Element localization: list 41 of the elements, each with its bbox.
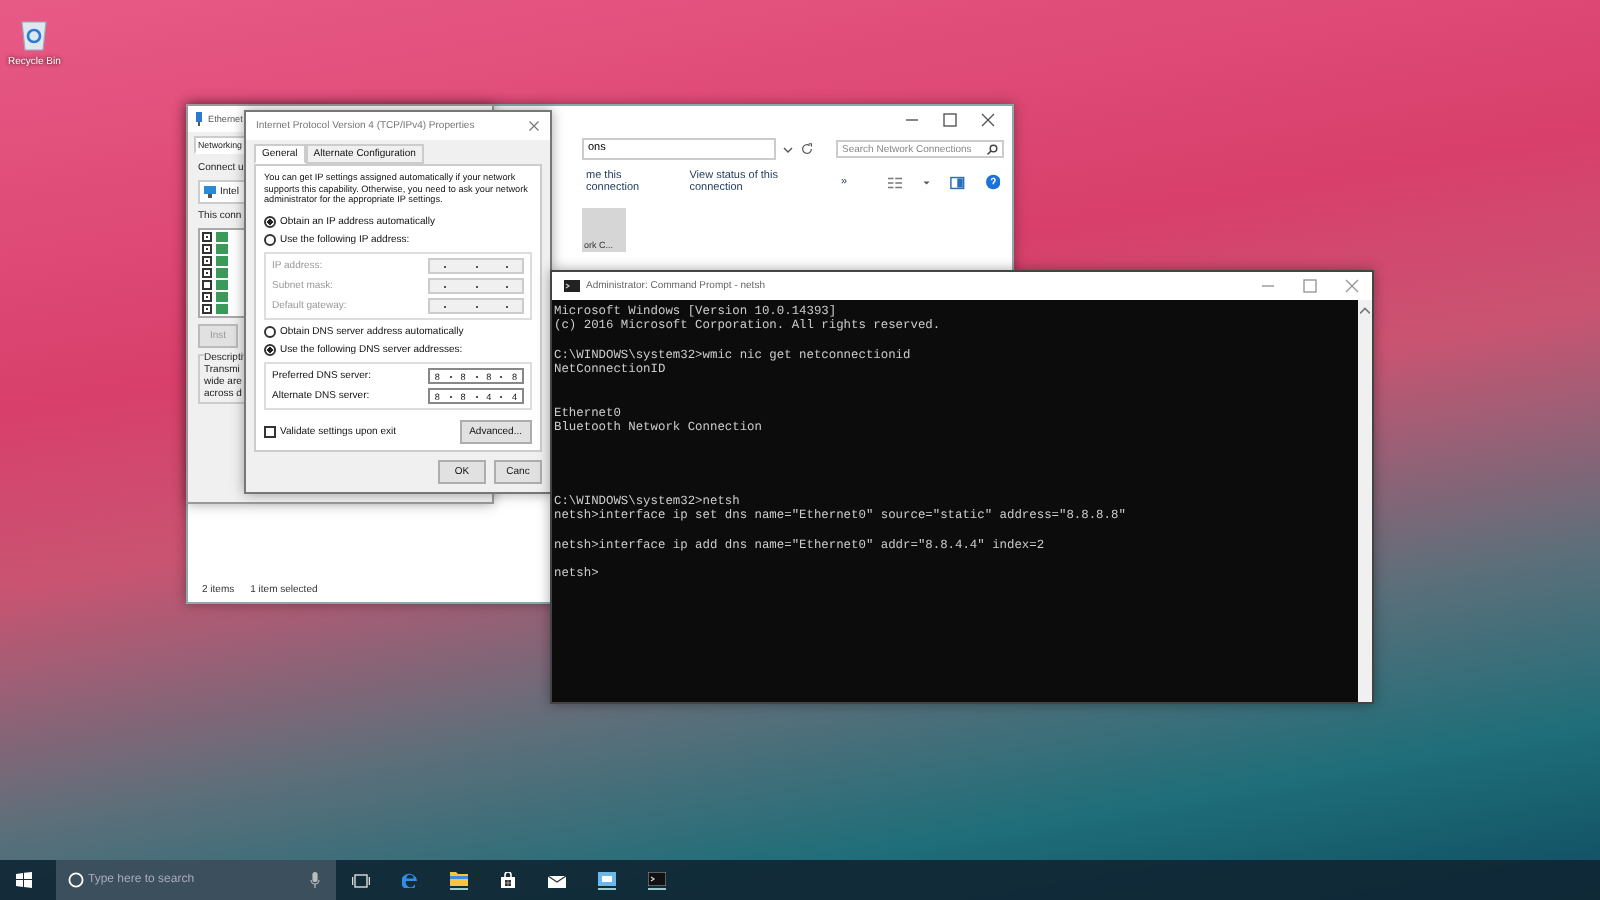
radio-button[interactable] [264, 216, 276, 229]
ip-address-field[interactable] [428, 298, 524, 315]
network-adapter-icon [204, 186, 216, 198]
envelope-icon[interactable] [548, 873, 566, 887]
checkbox[interactable] [202, 268, 212, 278]
dropdown-icon[interactable] [921, 177, 931, 187]
checkbox[interactable] [202, 280, 212, 290]
checkbox[interactable] [202, 244, 212, 254]
recycle-bin-icon[interactable] [18, 16, 51, 52]
checkbox[interactable] [202, 304, 212, 314]
refresh-icon[interactable] [800, 142, 814, 156]
network-adapter-icon [194, 112, 204, 126]
checkbox[interactable] [202, 292, 212, 302]
console-icon[interactable] [648, 871, 666, 889]
close-icon[interactable] [980, 112, 996, 128]
help-icon[interactable] [985, 174, 1000, 190]
close-icon[interactable] [528, 120, 540, 132]
network-window-icon[interactable] [598, 871, 616, 889]
console-icon [564, 280, 580, 292]
windows-start-icon[interactable] [16, 872, 32, 888]
ip-address-field[interactable] [428, 278, 524, 295]
microphone-icon[interactable] [310, 872, 320, 888]
scroll-up-icon[interactable] [1360, 306, 1370, 314]
radio-button[interactable] [264, 234, 276, 247]
checkbox[interactable] [202, 256, 212, 266]
folder-icon[interactable] [450, 870, 468, 890]
dropdown-icon[interactable] [782, 143, 794, 155]
radio-button[interactable] [264, 344, 276, 357]
task-view-icon[interactable] [352, 873, 370, 887]
radio-button[interactable] [264, 326, 276, 339]
browser-icon[interactable] [402, 872, 418, 888]
maximize-icon[interactable] [942, 112, 958, 128]
search-icon [986, 143, 998, 155]
circle-icon [68, 872, 84, 888]
checkbox[interactable] [264, 426, 276, 439]
checkbox[interactable] [202, 232, 212, 242]
preview-pane-icon[interactable] [950, 175, 966, 189]
shopping-bag-icon[interactable] [500, 872, 516, 888]
scrollbar[interactable] [1358, 300, 1372, 702]
ip-address-field[interactable] [428, 258, 524, 275]
view-options-icon[interactable] [887, 175, 902, 189]
